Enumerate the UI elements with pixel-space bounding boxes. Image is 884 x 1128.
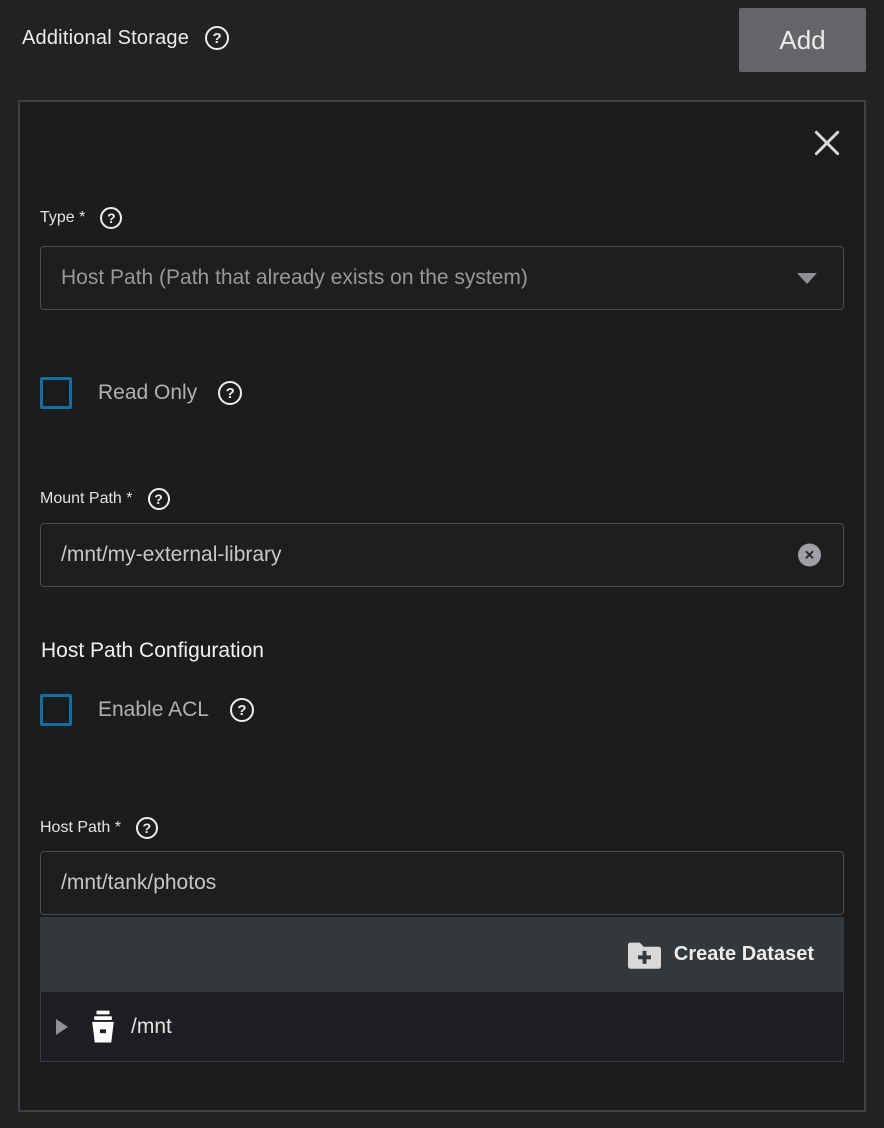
type-label: Type * [40, 209, 85, 227]
host-path-label: Host Path * [40, 819, 121, 837]
close-icon[interactable] [810, 126, 844, 162]
explorer-tree: /mnt [40, 992, 844, 1062]
file-explorer: Create Dataset /mnt [40, 917, 844, 1062]
chevron-down-icon [797, 273, 817, 284]
section-header: Additional Storage Add [0, 0, 884, 100]
tree-node-label: /mnt [131, 1015, 172, 1039]
create-dataset-button[interactable]: Create Dataset [622, 940, 820, 970]
page: { "page": { "title": "Additional Storage… [0, 0, 884, 1128]
create-dataset-label: Create Dataset [674, 943, 814, 966]
type-select[interactable]: Host Path (Path that already exists on t… [40, 246, 844, 310]
dataset-icon [88, 1010, 118, 1043]
host-path-configuration-heading: Host Path Configuration [41, 638, 844, 664]
host-path-field-wrap [40, 851, 844, 915]
storage-item-card: Type * Host Path (Path that already exis… [18, 100, 866, 1112]
read-only-label: Read Only [98, 381, 197, 405]
additional-storage-help-icon[interactable] [205, 26, 229, 50]
host-path-input[interactable] [41, 852, 843, 914]
read-only-help-icon[interactable] [218, 381, 242, 405]
mount-path-input[interactable] [41, 524, 843, 586]
mount-path-help-icon[interactable] [148, 488, 170, 510]
page-title: Additional Storage [22, 27, 189, 50]
tree-node-mnt[interactable]: /mnt [56, 1010, 172, 1043]
enable-acl-help-icon[interactable] [230, 698, 254, 722]
explorer-toolbar: Create Dataset [40, 917, 844, 992]
folder-plus-icon [628, 941, 661, 969]
clear-input-icon[interactable] [798, 544, 821, 567]
enable-acl-checkbox[interactable] [40, 694, 72, 726]
type-select-value: Host Path (Path that already exists on t… [61, 266, 528, 290]
add-button[interactable]: Add [739, 8, 866, 72]
host-path-help-icon[interactable] [136, 817, 158, 839]
read-only-checkbox[interactable] [40, 377, 72, 409]
type-help-icon[interactable] [100, 207, 122, 229]
mount-path-label: Mount Path * [40, 490, 133, 508]
enable-acl-label: Enable ACL [98, 698, 209, 722]
expand-arrow-icon[interactable] [56, 1019, 68, 1035]
mount-path-field-wrap [40, 523, 844, 587]
